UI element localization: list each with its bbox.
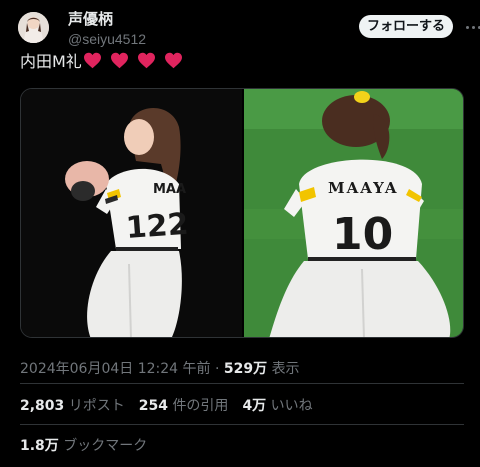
author-names: 声優柄 @seiyu4512 bbox=[68, 10, 146, 48]
divider bbox=[20, 383, 464, 384]
media-grid: 122 MAA MAAYA 10 bbox=[20, 88, 464, 338]
engagement-stats: 2,803 リポスト 254 件の引用 4万 いいね bbox=[20, 395, 327, 415]
tweet-text: 内田M礼 bbox=[20, 51, 186, 75]
quotes-count: 254 bbox=[138, 398, 168, 414]
follow-button[interactable]: フォローする bbox=[359, 15, 453, 38]
avatar[interactable] bbox=[18, 12, 49, 43]
heart-icon bbox=[138, 52, 155, 69]
meta-separator: · bbox=[210, 361, 224, 377]
right-jersey-number: 10 bbox=[332, 209, 393, 260]
tweet-header: 声優柄 @seiyu4512 フォローする bbox=[18, 10, 480, 48]
heart-icon bbox=[165, 52, 183, 69]
quotes-stat[interactable]: 254 件の引用 bbox=[139, 395, 229, 415]
quotes-label: 件の引用 bbox=[172, 398, 229, 414]
tweet-meta: 2024年06月04日 12:24 午前 · 529万 表示 bbox=[20, 358, 300, 378]
photo-left[interactable]: 122 MAA bbox=[21, 89, 242, 337]
right-jersey-name: MAAYA bbox=[328, 179, 399, 197]
bookmarks-stat[interactable]: 1.8万 ブックマーク bbox=[20, 435, 147, 455]
likes-count: 4万 bbox=[242, 398, 267, 414]
heart-icon bbox=[83, 52, 101, 69]
heart-icon bbox=[110, 52, 128, 69]
likes-label: いいね bbox=[270, 398, 313, 414]
reposts-label: リポスト bbox=[68, 398, 125, 414]
divider bbox=[20, 424, 464, 425]
display-name[interactable]: 声優柄 bbox=[68, 10, 146, 29]
hearts-emoji-group bbox=[83, 52, 186, 75]
handle[interactable]: @seiyu4512 bbox=[68, 30, 146, 48]
left-jersey-name: MAA bbox=[153, 182, 186, 197]
avatar-icon bbox=[18, 12, 49, 43]
views-count: 529万 bbox=[223, 361, 268, 377]
tweet-text-body: 内田M礼 bbox=[20, 52, 82, 71]
bookmarks-label: ブックマーク bbox=[63, 438, 148, 454]
more-options-icon[interactable] bbox=[466, 26, 480, 30]
likes-stat[interactable]: 4万 いいね bbox=[242, 395, 312, 415]
views-label: 表示 bbox=[271, 361, 300, 377]
timestamp[interactable]: 2024年06月04日 12:24 午前 bbox=[20, 361, 211, 377]
bookmarks-count: 1.8万 bbox=[20, 438, 59, 454]
photo-right[interactable]: MAAYA 10 bbox=[244, 89, 463, 337]
reposts-count: 2,803 bbox=[20, 398, 65, 414]
reposts-stat[interactable]: 2,803 リポスト bbox=[20, 395, 125, 415]
left-jersey-number: 122 bbox=[125, 207, 190, 246]
